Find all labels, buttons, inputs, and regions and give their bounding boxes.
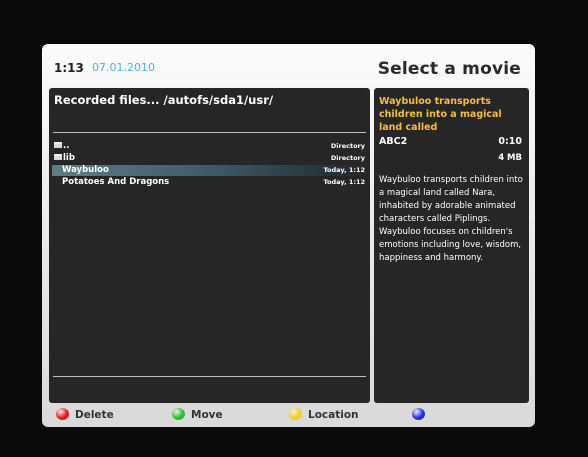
folder-icon — [54, 142, 62, 148]
file-row-potatoes-and-dragons[interactable]: Potatoes And Dragons Today, 1:12 — [52, 177, 367, 188]
movie-duration: 0:10 — [498, 136, 522, 147]
movie-details-panel: Waybuloo transports children into a magi… — [374, 88, 529, 403]
file-name: lib — [63, 153, 75, 163]
location-button-label: Location — [308, 409, 359, 421]
blue-button[interactable] — [412, 408, 431, 422]
file-name: .. — [63, 141, 70, 151]
file-list: .. Directory lib Directory Waybuloo Toda… — [52, 141, 367, 189]
file-info: Directory — [330, 142, 365, 150]
page-title: Select a movie — [377, 59, 521, 79]
color-button-bar: Delete Move Location — [42, 403, 535, 427]
file-row-waybuloo[interactable]: Waybuloo Today, 1:12 — [52, 165, 367, 176]
move-button-label: Move — [191, 409, 223, 421]
location-button[interactable]: Location — [289, 408, 359, 422]
movie-title: Waybuloo transports children into a magi… — [379, 96, 502, 133]
file-row-lib[interactable]: lib Directory — [52, 153, 367, 164]
file-row-parent[interactable]: .. Directory — [52, 141, 367, 152]
movie-description: Waybuloo transports children into a magi… — [379, 175, 523, 263]
file-name: Waybuloo — [62, 165, 109, 175]
current-path: Recorded files... /autofs/sda1/usr/ — [54, 93, 274, 107]
green-button-icon — [172, 408, 185, 420]
red-button-icon — [56, 408, 69, 420]
file-browser-panel: Recorded files... /autofs/sda1/usr/ .. D… — [49, 88, 370, 403]
file-info: Directory — [330, 154, 365, 162]
date: 07.01.2010 — [92, 61, 155, 74]
movie-selection-window: 1:13 07.01.2010 Select a movie Recorded … — [42, 44, 535, 427]
blue-button-icon — [412, 408, 425, 420]
file-size: 4 MB — [498, 153, 522, 163]
divider-top — [53, 132, 366, 133]
delete-button-label: Delete — [75, 409, 114, 421]
yellow-button-icon — [289, 408, 302, 420]
file-name: Potatoes And Dragons — [62, 177, 170, 187]
header: 1:13 07.01.2010 Select a movie — [42, 44, 535, 88]
divider-bottom — [53, 376, 366, 377]
file-info: Today, 1:12 — [323, 166, 365, 174]
delete-button[interactable]: Delete — [56, 408, 114, 422]
move-button[interactable]: Move — [172, 408, 223, 422]
tv-screen: 1:13 07.01.2010 Select a movie Recorded … — [0, 0, 588, 457]
file-info: Today, 1:12 — [323, 178, 365, 186]
clock: 1:13 — [54, 61, 84, 75]
folder-icon — [54, 154, 62, 160]
channel-name: ABC2 — [379, 136, 408, 147]
